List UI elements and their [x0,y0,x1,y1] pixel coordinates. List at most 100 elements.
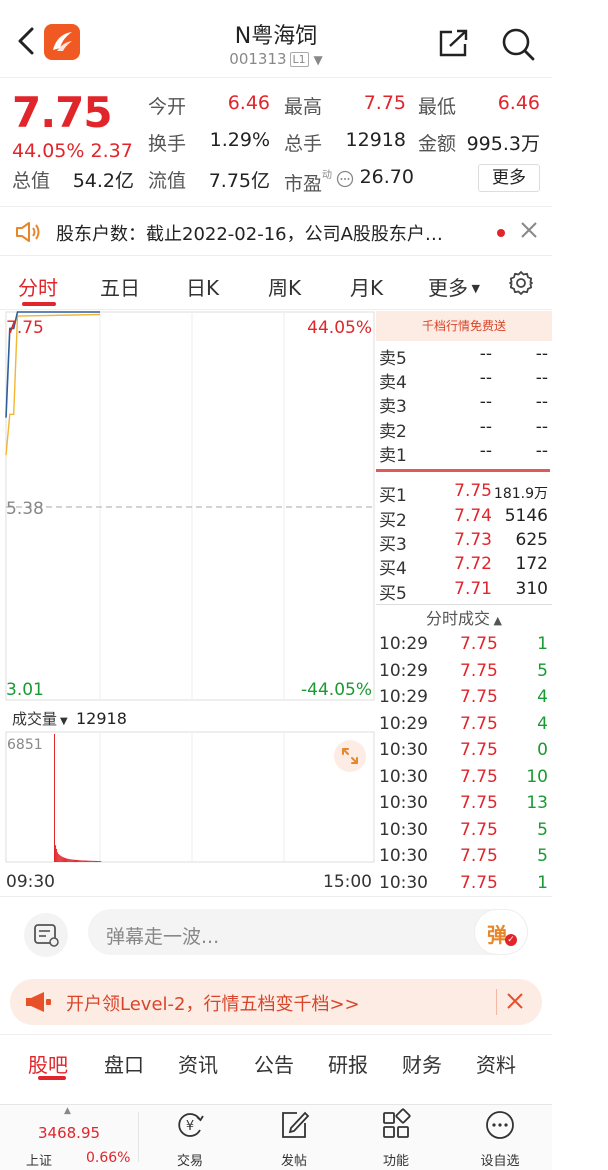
tab-more[interactable]: 更多 ▼ [428,272,480,301]
tab-forum[interactable]: 股吧 [28,1049,68,1078]
volume-bar [99,861,101,862]
open-value: 6.46 [227,92,270,114]
volume-bar [89,860,91,862]
volume-bar [82,860,84,862]
buy-3-row[interactable]: 买3 7.73 625 [376,530,552,555]
tab-weekly-k[interactable]: 周K [268,272,301,301]
total-value-label: 总值 [12,170,51,192]
volume-bar [66,858,68,862]
tab-five-day[interactable]: 五日 [100,272,140,301]
total-value: 54.2亿 [72,170,134,192]
nav-trade[interactable]: ¥ [154,1108,226,1146]
pct-top-label: 44.05% [307,318,372,338]
bid-ask-divider [376,469,550,472]
intraday-chart[interactable]: 7.75 44.05% 5.38 3.01 -44.05% 成交量 ▼ 12918… [0,311,376,895]
buy-price: 7.75 [454,481,492,501]
sell-price: -- [479,441,492,461]
volume-bar [86,860,88,862]
tab-profile[interactable]: 资料 [476,1049,516,1078]
gear-icon[interactable] [508,270,534,296]
tab-more-label: 更多 [428,276,468,300]
nav-functions-label: 功能 [382,1154,409,1169]
float-value-label: 流值 [148,170,187,192]
buy-5-row[interactable]: 买5 7.71 310 [376,579,552,604]
edit-icon [282,1111,310,1138]
nav-post[interactable] [258,1108,330,1146]
search-icon[interactable] [500,26,536,62]
volume-value: 12918 [76,709,127,728]
trade-price: 7.75 [460,740,498,760]
trade-volume: 5 [537,660,548,681]
info-tabs: 股吧 盘口 资讯 公告 研报 财务 资料 [0,1034,552,1088]
price-change: 44.05% 2.37 [12,140,133,162]
tab-research[interactable]: 研报 [328,1049,368,1078]
trade-volume: 1 [537,872,548,893]
tab-daily-k[interactable]: 日K [186,272,219,301]
nav-post-label: 发帖 [280,1154,307,1169]
volume-label-text: 成交量 [12,710,57,728]
volume-bar [78,860,80,862]
danmu-placeholder: 弹幕走一波... [106,926,220,948]
tab-monthly-k[interactable]: 月K [350,272,383,301]
trade-row: 10:30 7.75 5 [376,846,552,872]
trade-row: 10:29 7.75 1 [376,634,552,660]
sell-label: 卖3 [379,397,407,417]
trade-ticks-header[interactable]: 分时成交 ▲ [376,604,552,632]
buy-vol: 625 [515,530,548,550]
volume-bar [96,861,97,862]
trade-price: 7.75 [460,634,498,654]
nav-functions[interactable] [360,1108,432,1146]
danmu-button[interactable]: 弹 ✓ [474,909,528,955]
notice-bar[interactable]: 股东户数：截止2022-02-16，公司A股股东户… [0,206,552,256]
level-badge: L1 [289,52,309,67]
trade-row: 10:29 7.75 5 [376,661,552,687]
share-icon[interactable] [438,28,470,58]
sell-label: 卖5 [379,349,407,369]
sell-5-row[interactable]: 卖5 -- -- [376,344,552,369]
info-tab-underline [38,1076,66,1080]
volume-bar [94,860,96,862]
trade-row: 10:30 7.75 10 [376,767,552,793]
tab-intraday[interactable]: 分时 [18,272,58,301]
sell-1-row[interactable]: 卖1 -- -- [376,441,552,466]
trade-volume: 0 [537,740,548,760]
sell-label: 卖4 [379,373,407,393]
close-icon[interactable] [504,990,526,1012]
sell-4-row[interactable]: 卖4 -- -- [376,368,552,393]
volume-bar [65,858,67,862]
tab-news[interactable]: 资讯 [178,1049,218,1078]
buy-1-row[interactable]: 买1 7.75 181.9万 [376,481,552,506]
nav-watchlist-label: 设自选 [480,1154,520,1169]
tab-handicap[interactable]: 盘口 [104,1049,144,1078]
turnover-label: 换手 [148,133,187,155]
volume-bar [76,859,78,862]
volume-bar [69,859,71,862]
sell-vol: -- [535,344,548,364]
nav-watchlist[interactable] [464,1108,536,1146]
volume-bar [60,855,62,862]
free-level-banner[interactable]: 千档行情免费送 [376,311,552,341]
volume-bar [54,734,55,862]
trade-row: 10:29 7.75 4 [376,687,552,713]
buy-4-row[interactable]: 买4 7.72 172 [376,554,552,579]
price-top-label: 7.75 [6,318,44,338]
sell-3-row[interactable]: 卖3 -- -- [376,392,552,417]
more-button[interactable]: 更多 [478,164,540,192]
buy-2-row[interactable]: 买2 7.74 5146 [376,506,552,531]
tab-announcements[interactable]: 公告 [254,1049,294,1078]
trade-time: 10:30 [379,766,428,787]
trade-volume: 4 [537,687,548,707]
volume-bar [97,861,99,862]
volume-bar [63,857,65,862]
buy-vol: 172 [515,554,548,574]
trade-price: 7.75 [460,846,498,866]
info-circle-icon[interactable] [336,170,354,188]
comment-list-icon[interactable] [24,913,68,957]
trade-price: 7.75 [460,687,498,707]
index-name: 上证 [26,1154,53,1169]
close-icon[interactable] [518,219,540,241]
sell-vol: -- [535,417,548,437]
trade-row: 10:30 7.75 1 [376,873,552,899]
sell-2-row[interactable]: 卖2 -- -- [376,417,552,442]
tab-finance[interactable]: 财务 [402,1049,442,1078]
